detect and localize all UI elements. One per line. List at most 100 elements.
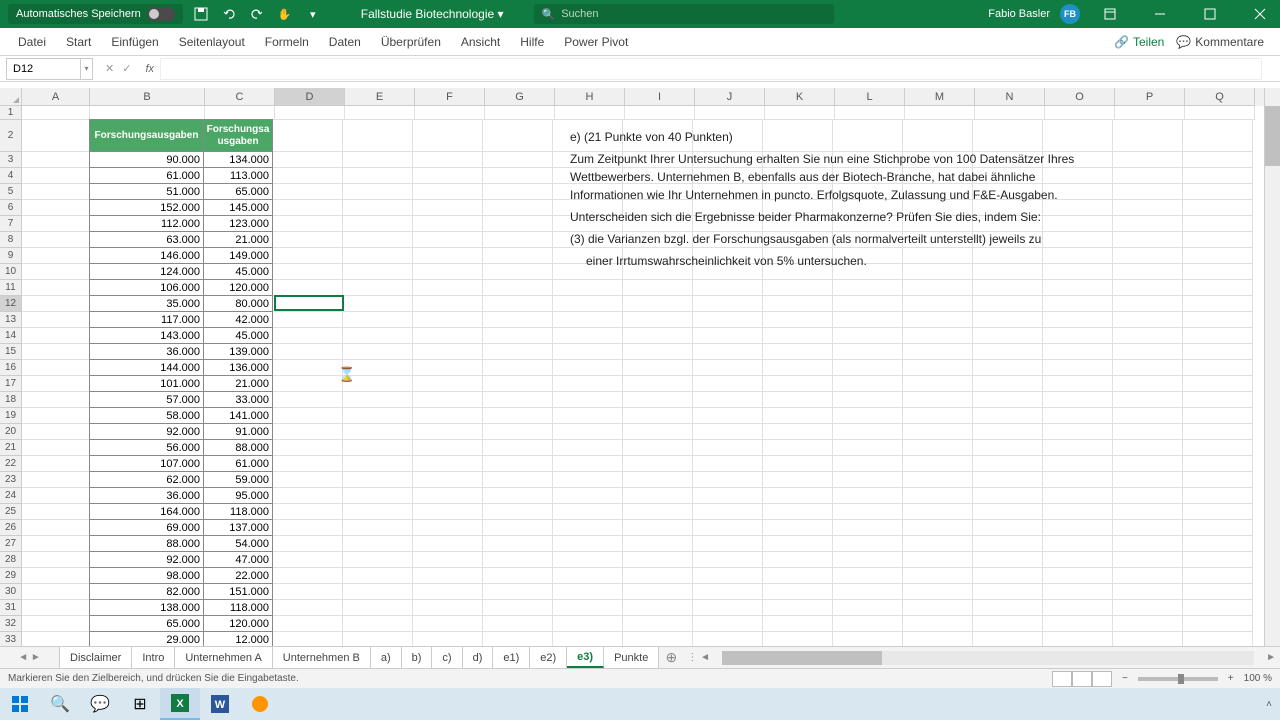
cell-I23[interactable] [623,472,693,488]
cell-B9[interactable]: 146.000 [89,247,204,264]
col-header-B[interactable]: B [90,88,205,106]
cell-Q24[interactable] [1183,488,1253,504]
cell-H25[interactable] [553,504,623,520]
cell-P11[interactable] [1113,280,1183,296]
cell-J30[interactable] [693,584,763,600]
cell-A17[interactable] [22,376,90,392]
cell-A33[interactable] [22,632,90,646]
cell-M25[interactable] [903,504,973,520]
search-taskbar-icon[interactable]: 🔍 [40,688,80,720]
cell-L21[interactable] [833,440,903,456]
cell-F33[interactable] [413,632,483,646]
cell-F14[interactable] [413,328,483,344]
cell-C15[interactable]: 139.000 [203,343,273,360]
cell-I24[interactable] [623,488,693,504]
cell-P14[interactable] [1113,328,1183,344]
cell-G17[interactable] [483,376,553,392]
cell-Q15[interactable] [1183,344,1253,360]
cell-K20[interactable] [763,424,833,440]
cell-B14[interactable]: 143.000 [89,327,204,344]
col-header-F[interactable]: F [415,88,485,106]
cell-P32[interactable] [1113,616,1183,632]
cell-K15[interactable] [763,344,833,360]
row-header-22[interactable]: 22 [0,456,22,472]
cell-B15[interactable]: 36.000 [89,343,204,360]
cell-I14[interactable] [623,328,693,344]
cell-L32[interactable] [833,616,903,632]
cell-P17[interactable] [1113,376,1183,392]
cell-P3[interactable] [1113,152,1183,168]
col-header-M[interactable]: M [905,88,975,106]
cell-D8[interactable] [273,232,343,248]
cell-A15[interactable] [22,344,90,360]
cell-C1[interactable] [205,106,275,120]
cell-J29[interactable] [693,568,763,584]
cell-Q23[interactable] [1183,472,1253,488]
cell-D26[interactable] [273,520,343,536]
row-header-14[interactable]: 14 [0,328,22,344]
cell-F8[interactable] [413,232,483,248]
cell-F2[interactable] [413,120,483,152]
cell-P15[interactable] [1113,344,1183,360]
cell-K12[interactable] [763,296,833,312]
tab-ueberpruefen[interactable]: Überprüfen [371,28,451,55]
cell-I18[interactable] [623,392,693,408]
zoom-level[interactable]: 100 % [1244,673,1272,684]
tab-einfuegen[interactable]: Einfügen [101,28,168,55]
row-header-13[interactable]: 13 [0,312,22,328]
cell-P21[interactable] [1113,440,1183,456]
cell-O24[interactable] [1043,488,1113,504]
cell-B4[interactable]: 61.000 [89,167,204,184]
sheet-tab-e3[interactable]: e3) [567,647,604,668]
cell-E31[interactable] [343,600,413,616]
row-header-1[interactable]: 1 [0,106,22,120]
cell-I21[interactable] [623,440,693,456]
cell-I17[interactable] [623,376,693,392]
cell-F23[interactable] [413,472,483,488]
cell-J13[interactable] [693,312,763,328]
cell-B16[interactable]: 144.000 [89,359,204,376]
cell-D13[interactable] [273,312,343,328]
cell-B23[interactable]: 62.000 [89,471,204,488]
cell-E11[interactable] [343,280,413,296]
cell-B18[interactable]: 57.000 [89,391,204,408]
horizontal-scrollbar[interactable]: ⋮ ◄ ► [683,647,1280,668]
cell-Q2[interactable] [1183,120,1253,152]
cell-A5[interactable] [22,184,90,200]
cell-O31[interactable] [1043,600,1113,616]
cell-K25[interactable] [763,504,833,520]
col-header-C[interactable]: C [205,88,275,106]
cell-O22[interactable] [1043,456,1113,472]
cell-H26[interactable] [553,520,623,536]
qat-dropdown-icon[interactable]: ▾ [305,6,321,22]
cell-F5[interactable] [413,184,483,200]
cell-C9[interactable]: 149.000 [203,247,273,264]
cell-Q8[interactable] [1183,232,1253,248]
cell-N11[interactable] [973,280,1043,296]
cell-K24[interactable] [763,488,833,504]
cell-O25[interactable] [1043,504,1113,520]
cell-E21[interactable] [343,440,413,456]
cell-M12[interactable] [903,296,973,312]
undo-icon[interactable] [221,6,237,22]
task-view-icon[interactable]: ⊞ [120,688,160,720]
cell-J19[interactable] [693,408,763,424]
cell-C5[interactable]: 65.000 [203,183,273,200]
cell-K13[interactable] [763,312,833,328]
cell-L20[interactable] [833,424,903,440]
sheet-tab-punkte[interactable]: Punkte [604,647,659,668]
cell-D16[interactable] [273,360,343,376]
row-header-18[interactable]: 18 [0,392,22,408]
cell-I13[interactable] [623,312,693,328]
cell-C8[interactable]: 21.000 [203,231,273,248]
cell-G15[interactable] [483,344,553,360]
cell-E13[interactable] [343,312,413,328]
cell-G22[interactable] [483,456,553,472]
cell-D2[interactable] [273,120,343,152]
cell-C24[interactable]: 95.000 [203,487,273,504]
cell-M21[interactable] [903,440,973,456]
cell-Q1[interactable] [1185,106,1255,120]
cell-O30[interactable] [1043,584,1113,600]
view-normal-button[interactable] [1052,671,1072,687]
cell-A16[interactable] [22,360,90,376]
